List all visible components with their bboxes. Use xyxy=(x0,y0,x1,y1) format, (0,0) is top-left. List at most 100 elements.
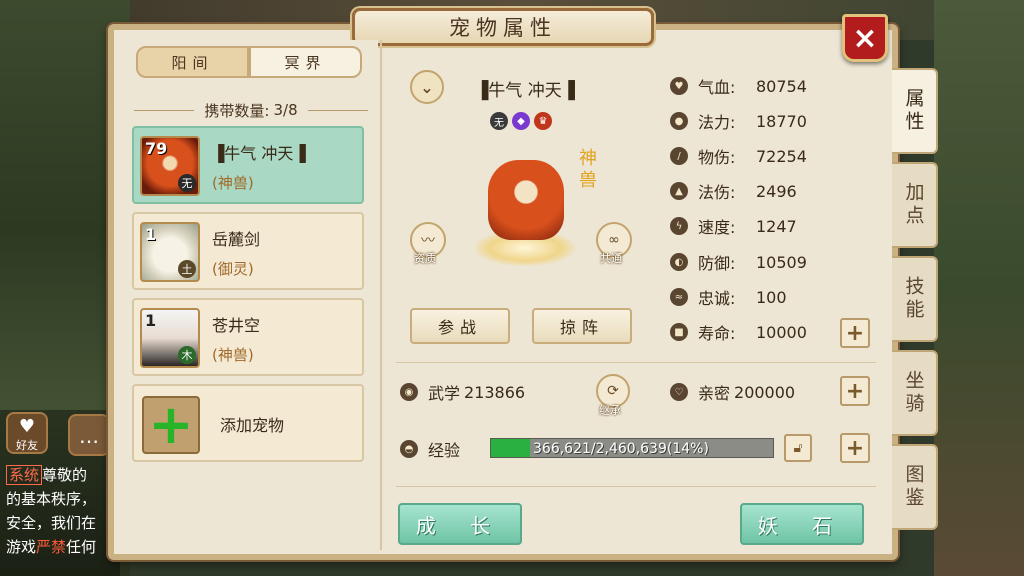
add-intimacy-button[interactable]: + xyxy=(840,376,870,406)
tab-codex[interactable]: 图鉴 xyxy=(892,444,938,530)
friends-button[interactable]: ♥ 好友 xyxy=(6,412,48,454)
grow-button[interactable]: 成 长 xyxy=(398,503,522,545)
pet-card[interactable]: 79 无 ▐牛气 冲天▐ (神兽) xyxy=(132,126,364,204)
heart-icon: ♥ xyxy=(670,77,688,95)
system-tag: 系统 xyxy=(6,465,43,485)
intimacy-row: ♡ 亲密 200000 xyxy=(670,380,795,404)
divider xyxy=(396,362,876,363)
flame-icon: ▲ xyxy=(670,182,688,200)
stat-row-magic: ▲ 法伤: 2496 xyxy=(670,179,846,203)
experience-row: ◓ 经验 xyxy=(400,437,460,461)
element-badge: 无 xyxy=(178,174,196,192)
martial-label: 武学 xyxy=(428,384,461,403)
pulse-icon: 〰 xyxy=(421,233,435,249)
lock-button[interactable]: 🔓︎ xyxy=(784,434,812,462)
sword-icon: / xyxy=(670,147,688,165)
plus-icon: + xyxy=(845,435,865,461)
element-badge: 无 xyxy=(490,112,508,130)
stat-row-loyalty: ≈ 忠诚: 100 xyxy=(670,285,846,309)
chat-line: 系统 尊敬的 xyxy=(6,464,87,485)
tab-mingjie[interactable]: 冥界 xyxy=(249,46,362,78)
pet-card[interactable]: 1 木 苍井空 (神兽) xyxy=(132,298,364,376)
pet-name: 岳麓剑 xyxy=(212,230,261,249)
experience-bar: 366,621/2,460,639(14%) xyxy=(490,438,774,458)
loyalty-icon: ≈ xyxy=(670,288,688,306)
crown-icon: ♛ xyxy=(534,112,552,130)
friends-icon: ♥ xyxy=(18,416,36,437)
divine-beast-tag: 神兽 xyxy=(579,148,597,191)
infinity-icon: ∞ xyxy=(608,232,620,248)
experience-bar-fill xyxy=(491,439,531,457)
pet-level: 79 xyxy=(145,139,168,158)
experience-icon: ◓ xyxy=(400,440,418,458)
carry-capacity: 携带数量: 3/8 xyxy=(128,98,374,122)
element-badge: 土 xyxy=(178,260,196,278)
refresh-icon: ⟳ xyxy=(607,383,619,399)
background-right xyxy=(934,0,1024,576)
window-title: 宠物属性 xyxy=(352,8,654,46)
plus-icon: + xyxy=(845,320,865,346)
martial-icon: ◉ xyxy=(400,383,418,401)
pet-type: (神兽) xyxy=(212,174,254,192)
pet-name: ▐牛气 冲天▐ xyxy=(212,144,306,163)
stat-row-mana: ● 法力: 18770 xyxy=(670,109,846,133)
add-pet-card[interactable]: + 添加宠物 xyxy=(132,384,364,462)
tab-yangjian[interactable]: 阳间 xyxy=(136,46,249,78)
realm-tabs: 阳间 冥界 xyxy=(136,46,362,78)
tab-mount[interactable]: 坐骑 xyxy=(892,350,938,436)
intimacy-label: 亲密 xyxy=(698,384,731,403)
inherit-label: 继承 xyxy=(599,404,621,417)
capacity-label: 携带数量: xyxy=(204,101,270,120)
friends-label: 好友 xyxy=(16,439,38,452)
chat-bubble-icon: … xyxy=(79,424,99,448)
lifespan-icon: ■ xyxy=(670,323,688,341)
stat-row-defense: ◐ 防御: 10509 xyxy=(670,250,846,274)
experience-text: 366,621/2,460,639(14%) xyxy=(533,441,709,457)
formation-button[interactable]: 掠阵 xyxy=(532,308,632,344)
shield-icon: ◐ xyxy=(670,253,688,271)
bolt-icon: ϟ xyxy=(670,217,688,235)
chat-line: 的基本秩序， xyxy=(6,490,97,508)
chevron-down-icon[interactable]: ⌄ xyxy=(410,70,444,104)
tab-add-points[interactable]: 加点 xyxy=(892,162,938,248)
stat-row-lifespan: ■ 寿命: 10000 xyxy=(670,320,846,344)
martial-value: 213866 xyxy=(464,382,526,402)
chat-bubble-button[interactable]: … xyxy=(68,414,110,456)
tab-skills[interactable]: 技能 xyxy=(892,256,938,342)
plus-icon: + xyxy=(142,396,200,454)
pet-detail-name: ▐牛气 冲天▐ xyxy=(475,81,575,101)
divider xyxy=(380,40,382,550)
lock-icon: 🔓︎ xyxy=(793,440,803,456)
pet-avatar: 79 无 xyxy=(140,136,200,196)
pet-level: 1 xyxy=(145,311,157,330)
common-label: 共通 xyxy=(600,252,622,265)
gem-icon: ◆ xyxy=(512,112,530,130)
pet-avatar: 1 土 xyxy=(140,222,200,282)
pet-card[interactable]: 1 土 岳麓剑 (御灵) xyxy=(132,212,364,290)
divider xyxy=(396,486,876,487)
stat-row-hp: ♥ 气血: 80754 xyxy=(670,74,846,98)
attribute-badges: 无 ◆ ♛ xyxy=(490,112,552,130)
close-icon: × xyxy=(852,20,878,56)
stat-row-physical: / 物伤: 72254 xyxy=(670,144,846,168)
aptitude-label: 资质 xyxy=(414,252,436,265)
element-badge: 木 xyxy=(178,346,196,364)
add-pet-label: 添加宠物 xyxy=(220,416,285,435)
pet-type: (神兽) xyxy=(212,346,254,364)
divider xyxy=(134,109,195,111)
add-lifespan-button[interactable]: + xyxy=(840,318,870,348)
close-button[interactable]: × xyxy=(842,14,888,62)
battle-button[interactable]: 参战 xyxy=(410,308,510,344)
chat-line: 游戏严禁任何 xyxy=(6,538,97,556)
capacity-value: 3/8 xyxy=(273,101,298,119)
intimacy-value: 200000 xyxy=(734,382,796,402)
pet-name: 苍井空 xyxy=(212,316,261,335)
pet-level: 1 xyxy=(145,225,157,244)
martial-row: ◉ 武学 213866 xyxy=(400,380,525,404)
tab-attributes[interactable]: 属性 xyxy=(892,68,938,154)
experience-label: 经验 xyxy=(428,441,461,460)
intimacy-icon: ♡ xyxy=(670,383,688,401)
add-experience-button[interactable]: + xyxy=(840,433,870,463)
demon-stone-button[interactable]: 妖 石 xyxy=(740,503,864,545)
divider xyxy=(307,109,369,111)
